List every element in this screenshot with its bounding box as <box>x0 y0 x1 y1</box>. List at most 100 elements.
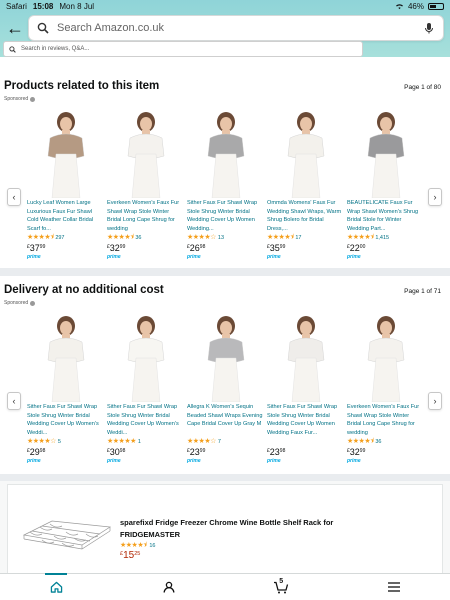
price-whole: 26 <box>189 243 200 253</box>
wine-rack-image <box>22 520 112 550</box>
tab-cart[interactable]: 5 <box>225 574 338 600</box>
product-image[interactable] <box>347 310 425 402</box>
price-fraction: 99 <box>119 244 126 250</box>
tab-menu[interactable] <box>338 574 450 600</box>
product-rating[interactable] <box>267 437 347 446</box>
product-rating[interactable]: ★★★★⯨ 297 <box>27 233 107 242</box>
bottom-product-card[interactable]: sparefixd Fridge Freezer Chrome Wine Bot… <box>0 481 450 573</box>
price-fraction: 98 <box>39 448 46 454</box>
prime-badge: prime <box>347 458 361 464</box>
product-carousel: ‹ Lucky Leaf Women Large Luxurious Faux … <box>0 106 450 281</box>
product-title[interactable]: Ommda Womens' Faux Fur Wedding Shawl Wra… <box>267 199 347 233</box>
product-title[interactable]: Everkeen Women's Faux Fur Shawl Wrap Sto… <box>347 403 427 437</box>
product-card[interactable]: Ommda Womens' Faux Fur Wedding Shawl Wra… <box>267 106 347 260</box>
product-image[interactable] <box>187 310 265 402</box>
product-title[interactable]: Allegra K Women's Sequin Beaded Shawl Wr… <box>187 403 267 437</box>
product-image[interactable] <box>107 106 185 198</box>
product-rating[interactable]: ★★★★☆ 5 <box>27 437 107 446</box>
product-rating[interactable]: ★★★★☆ 13 <box>187 233 267 242</box>
product-card[interactable]: Lucky Leaf Women Large Luxurious Faux Fu… <box>27 106 107 260</box>
prime-badge: prime <box>187 254 201 260</box>
product-card[interactable]: Sither Faux Fur Shawl Wrap Stole Shrug W… <box>27 310 107 464</box>
tab-account[interactable] <box>113 574 226 600</box>
product-image[interactable] <box>267 106 345 198</box>
product-title[interactable]: Sither Faux Fur Shawl Wrap Stole Shrug W… <box>107 403 187 437</box>
product-title[interactable]: Sither Faux Fur Shawl Wrap Stole Shrug W… <box>267 403 347 437</box>
product-image[interactable] <box>107 310 185 402</box>
section-title: Products related to this item <box>4 80 160 92</box>
product-image[interactable] <box>267 310 345 402</box>
carousel-next-button[interactable]: › <box>428 188 442 206</box>
sponsored-label: Sponsored <box>0 92 450 102</box>
price-whole: 32 <box>349 447 360 457</box>
status-time: 15:08 <box>32 1 54 11</box>
sponsored-text: Sponsored <box>4 300 29 306</box>
price-fraction: 99 <box>279 244 286 250</box>
product-carousel: ‹ Sither Faux Fur Shawl Wrap Stole Shrug… <box>0 310 450 485</box>
battery-percent: 46% <box>407 1 424 11</box>
home-icon <box>50 581 62 593</box>
review-count: 297 <box>55 234 65 241</box>
product-title[interactable]: sparefixd Fridge Freezer Chrome Wine Bot… <box>120 517 350 541</box>
product-title[interactable]: BEAUTELICATE Faux Fur Wrap Shawl Women's… <box>347 199 427 233</box>
product-title[interactable]: Lucky Leaf Women Large Luxurious Faux Fu… <box>27 199 107 233</box>
tab-home[interactable] <box>0 574 113 600</box>
page-indicator: Page 1 of 71 <box>404 288 441 295</box>
product-rating[interactable]: ★★★★⯨ 16 <box>120 542 155 549</box>
product-rating[interactable]: ★★★★⯨ 36 <box>347 437 427 446</box>
price-whole: 22 <box>349 243 360 253</box>
product-card[interactable]: Sither Faux Fur Shawl Wrap Stole Shrug W… <box>187 106 267 260</box>
carousel-prev-button[interactable]: ‹ <box>7 188 21 206</box>
product-image[interactable] <box>27 106 105 198</box>
review-count: 1 <box>137 438 141 445</box>
product-title[interactable]: Sither Faux Fur Shawl Wrap Stole Shrug W… <box>187 199 267 233</box>
price-fraction: 99 <box>199 448 206 454</box>
product-card[interactable]: Everkeen Women's Faux Fur Shawl Wrap Sto… <box>107 106 187 260</box>
star-rating: ★★★★☆ <box>27 438 56 445</box>
price-whole: 23 <box>269 447 280 457</box>
search-icon <box>9 45 16 53</box>
product-rating[interactable]: ★★★★★ 1 <box>107 437 187 446</box>
section-divider <box>0 268 450 276</box>
prime-badge: prime <box>27 254 41 260</box>
sponsored-text: Sponsored <box>4 96 29 102</box>
product-price: £23 98 <box>267 448 347 457</box>
review-count: 13 <box>217 234 225 241</box>
review-count: 36 <box>375 438 382 445</box>
status-app: Safari <box>6 1 27 11</box>
product-rating[interactable]: ★★★★⯨ 1,415 <box>347 233 427 242</box>
product-title[interactable]: Sither Faux Fur Shawl Wrap Stole Shrug W… <box>27 403 107 437</box>
product-image[interactable] <box>187 106 265 198</box>
product-card[interactable]: BEAUTELICATE Faux Fur Wrap Shawl Women's… <box>347 106 427 260</box>
product-rating[interactable]: ★★★★☆ 7 <box>187 437 267 446</box>
product-card[interactable]: Sither Faux Fur Shawl Wrap Stole Shrug W… <box>107 310 187 464</box>
info-icon[interactable] <box>30 300 36 306</box>
reviews-search-input[interactable]: Search in reviews, Q&A... <box>3 41 363 57</box>
product-rating[interactable]: ★★★★⯨ 17 <box>267 233 347 242</box>
product-card[interactable]: Sither Faux Fur Shawl Wrap Stole Shrug W… <box>267 310 347 464</box>
product-price: £26 98 <box>187 244 267 253</box>
reviews-search-placeholder: Search in reviews, Q&A... <box>21 46 90 52</box>
cart-count-badge: 5 <box>279 578 284 585</box>
info-icon[interactable] <box>30 96 36 102</box>
product-image[interactable] <box>27 310 105 402</box>
product-price: £22 00 <box>347 244 427 253</box>
review-count: 1,415 <box>375 234 390 241</box>
prime-badge: prime <box>187 458 201 464</box>
product-card[interactable]: Everkeen Women's Faux Fur Shawl Wrap Sto… <box>347 310 427 464</box>
microphone-icon[interactable] <box>423 22 435 34</box>
product-title[interactable]: Everkeen Women's Faux Fur Shawl Wrap Sto… <box>107 199 187 233</box>
prime-badge: prime <box>107 458 121 464</box>
prime-badge: prime <box>27 458 41 464</box>
price-whole: 23 <box>189 447 200 457</box>
price-fraction: 98 <box>119 448 126 454</box>
carousel-next-button[interactable]: › <box>428 392 442 410</box>
status-date: Mon 8 Jul <box>59 1 95 11</box>
product-card[interactable]: Allegra K Women's Sequin Beaded Shawl Wr… <box>187 310 267 464</box>
review-count: 16 <box>149 542 156 549</box>
product-image[interactable] <box>347 106 425 198</box>
search-input[interactable]: Search Amazon.co.uk <box>28 15 444 41</box>
carousel-prev-button[interactable]: ‹ <box>7 392 21 410</box>
back-arrow-icon[interactable]: ← <box>6 19 24 37</box>
product-rating[interactable]: ★★★★⯨ 36 <box>107 233 187 242</box>
